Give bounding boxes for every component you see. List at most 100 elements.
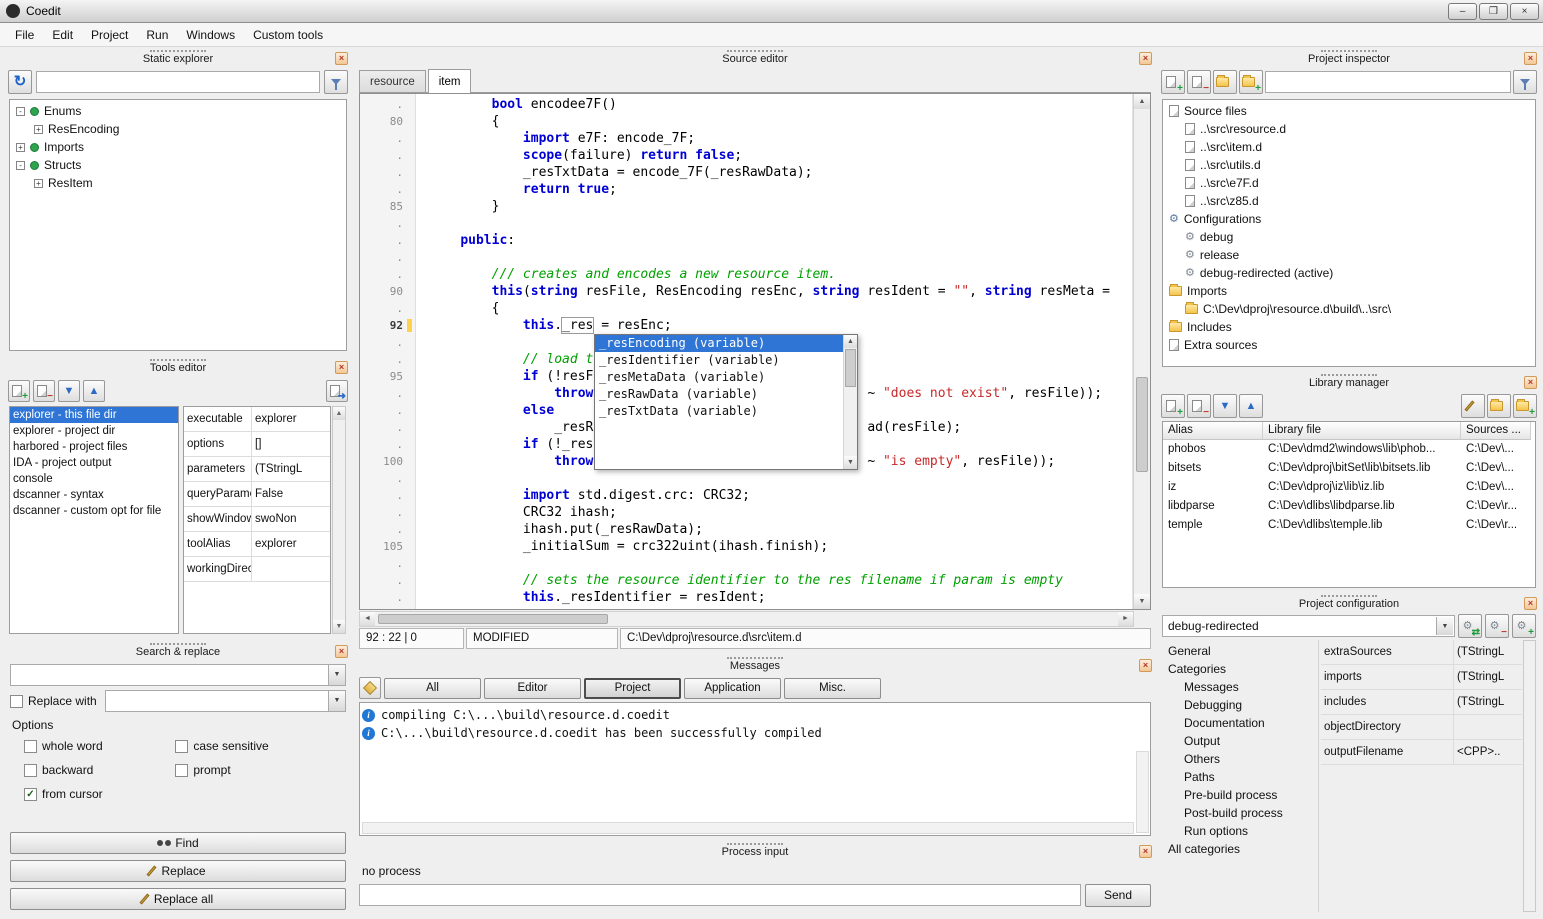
tab-resource[interactable]: resource (359, 70, 426, 92)
grid-scrollbar[interactable] (1523, 640, 1536, 912)
checkbox-from-cursor[interactable]: ✓from cursor (24, 782, 175, 806)
close-panel-button[interactable]: × (1524, 52, 1537, 65)
scrollbar-thumb[interactable] (378, 614, 608, 624)
tree-item[interactable]: C:\Dev\dproj\resource.d\build\..\src\ (1165, 300, 1533, 318)
tree-item[interactable]: Includes (1165, 318, 1533, 336)
scroll-down-icon[interactable]: ▼ (844, 456, 857, 469)
property-value[interactable] (252, 557, 330, 581)
maximize-button[interactable]: ❒ (1479, 3, 1508, 20)
menu-project[interactable]: Project (82, 25, 137, 45)
tree-item[interactable]: ⚙debug-redirected (active) (1165, 264, 1533, 282)
property-row[interactable]: workingDirect (184, 557, 330, 582)
open-folder-button[interactable] (1213, 70, 1237, 94)
edit-library-button[interactable] (1461, 394, 1485, 418)
scroll-left-icon[interactable]: ◄ (360, 612, 375, 626)
find-button[interactable]: Find (10, 832, 346, 854)
tree-item[interactable]: ..\src\resource.d (1165, 120, 1533, 138)
add-source-button[interactable]: + (1161, 70, 1185, 94)
close-panel-button[interactable]: × (335, 361, 348, 374)
list-item[interactable]: dscanner - syntax (10, 487, 178, 503)
expand-icon[interactable]: + (34, 125, 43, 134)
scroll-down-icon[interactable]: ▼ (1134, 594, 1150, 609)
menu-file[interactable]: File (6, 25, 43, 45)
list-item[interactable]: console (10, 471, 178, 487)
panel-drag-grip[interactable] (1321, 374, 1377, 376)
expand-icon[interactable]: + (34, 179, 43, 188)
tree-item[interactable]: Imports (1165, 282, 1533, 300)
chevron-down-icon[interactable]: ▼ (1436, 617, 1453, 635)
checkbox-case-sensitive[interactable]: case sensitive (175, 734, 326, 758)
property-value[interactable]: (TStringL (1454, 690, 1522, 714)
process-input-field[interactable] (359, 884, 1081, 906)
add-folder-button[interactable]: + (1239, 70, 1263, 94)
search-combo[interactable]: ▼ (10, 664, 346, 686)
close-panel-button[interactable]: × (335, 52, 348, 65)
tool-properties-grid[interactable]: executableexploreroptions[]parameters(TS… (183, 406, 331, 634)
property-value[interactable]: False (252, 482, 330, 506)
column-header[interactable]: Sources ... (1461, 422, 1531, 440)
symbol-tree[interactable]: -Enums+ResEncoding+Imports-Structs+ResIt… (9, 99, 347, 351)
property-value[interactable]: (TStringL (1454, 640, 1522, 664)
tree-item[interactable]: Output (1162, 732, 1318, 750)
property-value[interactable]: explorer (252, 532, 330, 556)
property-value[interactable]: (TStringL (252, 457, 330, 481)
expand-icon[interactable]: + (16, 143, 25, 152)
remove-tool-button[interactable]: − (33, 380, 55, 402)
scroll-up-icon[interactable]: ▲ (1134, 94, 1150, 109)
inspector-filter-input[interactable] (1265, 71, 1511, 93)
menu-windows[interactable]: Windows (177, 25, 244, 45)
messages-horizontal-scrollbar[interactable] (362, 822, 1134, 834)
property-value[interactable] (1454, 715, 1522, 739)
filter-button[interactable] (1513, 70, 1537, 94)
completion-item[interactable]: _resMetaData (variable) (595, 369, 857, 386)
project-tree[interactable]: Source files..\src\resource.d..\src\item… (1162, 99, 1536, 367)
add-library-button[interactable]: + (1161, 394, 1185, 418)
remove-library-button[interactable]: − (1187, 394, 1211, 418)
tree-item[interactable]: ⚙debug (1165, 228, 1533, 246)
property-value[interactable]: (TStringL (1454, 665, 1522, 689)
completion-item[interactable]: _resIdentifier (variable) (595, 352, 857, 369)
delete-configuration-button[interactable]: ⚙− (1485, 614, 1509, 638)
scroll-up-icon[interactable]: ▲ (844, 335, 857, 348)
move-tool-down-button[interactable]: ▼ (58, 380, 80, 402)
editor-vertical-scrollbar[interactable]: ▲ ▼ (1133, 94, 1150, 609)
symbol-search-input[interactable] (36, 71, 320, 93)
panel-drag-grip[interactable] (1321, 50, 1377, 52)
close-panel-button[interactable]: × (1524, 376, 1537, 389)
minimize-button[interactable]: – (1448, 3, 1477, 20)
close-panel-button[interactable]: × (335, 645, 348, 658)
libraries-table[interactable]: AliasLibrary fileSources ...phobosC:\Dev… (1162, 421, 1536, 588)
table-row[interactable]: templeC:\Dev\dlibs\temple.libC:\Dev\r... (1163, 516, 1535, 535)
tree-item[interactable]: Run options (1162, 822, 1318, 840)
chevron-down-icon[interactable]: ▼ (328, 665, 345, 685)
scrollbar-thumb[interactable] (845, 349, 856, 387)
collapse-icon[interactable]: - (16, 161, 25, 170)
property-value[interactable]: [] (252, 432, 330, 456)
replace-combo[interactable]: ▼ (105, 690, 346, 712)
panel-drag-grip[interactable] (727, 50, 783, 52)
property-value[interactable]: swoNon (252, 507, 330, 531)
checkbox-backward[interactable]: backward (24, 758, 175, 782)
messages-list[interactable]: icompiling C:\...\build\resource.d.coedi… (359, 702, 1151, 836)
tree-item[interactable]: ⚙release (1165, 246, 1533, 264)
replace-all-button[interactable]: Replace all (10, 888, 346, 910)
close-panel-button[interactable]: × (1139, 845, 1152, 858)
remove-source-button[interactable]: − (1187, 70, 1211, 94)
filter-button[interactable] (324, 70, 348, 94)
tools-list[interactable]: explorer - this file direxplorer - proje… (9, 406, 179, 634)
property-row[interactable]: parameters(TStringL (184, 457, 330, 482)
list-item[interactable]: explorer - this file dir (10, 407, 178, 423)
close-panel-button[interactable]: × (1139, 659, 1152, 672)
list-item[interactable]: IDA - project output (10, 455, 178, 471)
tree-item[interactable]: ..\src\item.d (1165, 138, 1533, 156)
move-library-down-button[interactable]: ▼ (1213, 394, 1237, 418)
popup-scrollbar[interactable]: ▲ ▼ (843, 335, 857, 469)
table-row[interactable]: bitsetsC:\Dev\dproj\bitSet\lib\bitsets.l… (1163, 459, 1535, 478)
grid-scrollbar[interactable]: ▲▼ (332, 406, 346, 634)
replace-input[interactable] (105, 690, 346, 712)
title-bar[interactable]: Coedit – ❒ × (0, 0, 1543, 23)
checkbox-prompt[interactable]: prompt (175, 758, 326, 782)
menu-run[interactable]: Run (137, 25, 177, 45)
tree-item[interactable]: Paths (1162, 768, 1318, 786)
completion-item[interactable]: _resTxtData (variable) (595, 403, 857, 420)
